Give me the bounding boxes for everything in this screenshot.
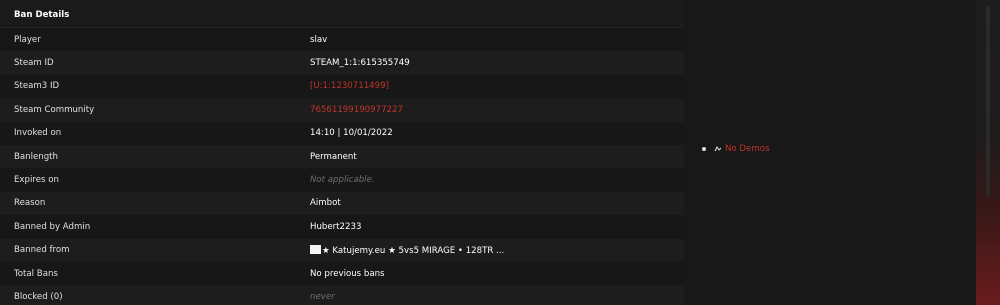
banlength-value: Permanent: [310, 151, 357, 162]
ban-details-panel: Ban Details Player slav Steam ID STEAM_1…: [0, 0, 684, 305]
row-reason: Reason Aimbot: [0, 191, 684, 216]
row-banned-by-admin: Banned by Admin Hubert2233: [0, 215, 684, 239]
player-name: slav: [310, 34, 328, 45]
server-name: ★ Katujemy.eu ★ 5vs5 MIRAGE • 128TR ...: [322, 245, 505, 256]
steam3-id-link[interactable]: [U:1:1230711499]: [310, 81, 684, 91]
no-demos-link[interactable]: No Demos: [725, 144, 769, 154]
expires-on-value: Not applicable.: [310, 175, 375, 186]
row-label: Steam ID: [14, 58, 54, 69]
row-label: Expires on: [14, 175, 59, 186]
scrollbar[interactable]: [976, 0, 1000, 305]
row-label: Banlength: [14, 151, 59, 162]
row-steam-id: Steam ID STEAM_1:1:615355749: [0, 51, 684, 75]
row-label: Invoked on: [14, 128, 62, 139]
demos-panel: No Demos: [684, 0, 976, 305]
reason-value: Aimbot: [310, 198, 341, 209]
total-bans-value: No previous bans: [310, 268, 385, 279]
invoked-on-value: 14:10 | 10/01/2022: [310, 128, 393, 139]
row-banlength: Banlength Permanent: [0, 144, 684, 169]
blocked-value: never: [310, 291, 335, 302]
row-blocked: Blocked (0) never: [0, 285, 684, 305]
ban-details-page: Ban Details Player slav Steam ID STEAM_1…: [0, 0, 1000, 305]
row-label: Steam Community: [14, 104, 95, 115]
row-label: Total Bans: [14, 268, 58, 279]
row-total-bans: Total Bans No previous bans: [0, 261, 684, 286]
row-banned-from: Banned from ★ Katujemy.eu ★ 5vs5 MIRAGE …: [0, 238, 684, 262]
row-label: Steam3 ID: [14, 81, 60, 92]
row-label: Player: [14, 34, 41, 45]
demo-list-item[interactable]: No Demos: [702, 144, 769, 154]
row-label: Blocked (0): [14, 291, 63, 302]
row-player: Player slav: [0, 28, 684, 52]
row-invoked-on: Invoked on 14:10 | 10/01/2022: [0, 121, 684, 145]
admin-name: Hubert2233: [310, 221, 362, 232]
film-icon: [714, 146, 722, 152]
steam-community-link[interactable]: 76561199190977227: [310, 105, 684, 115]
scrollbar-thumb[interactable]: [986, 6, 990, 196]
row-label: Banned by Admin: [14, 221, 91, 232]
row-label: Reason: [14, 198, 46, 209]
row-label: Banned from: [14, 245, 70, 256]
bullet-icon: [702, 147, 706, 151]
steam-id-value: STEAM_1:1:615355749: [310, 58, 410, 69]
section-title: Ban Details: [0, 0, 684, 28]
banned-from-value: ★ Katujemy.eu ★ 5vs5 MIRAGE • 128TR ...: [310, 244, 684, 256]
row-steam-community: Steam Community 76561199190977227: [0, 98, 684, 122]
server-flag-icon: [310, 244, 321, 254]
row-expires-on: Expires on Not applicable.: [0, 168, 684, 192]
row-steam3-id: Steam3 ID [U:1:1230711499]: [0, 74, 684, 99]
